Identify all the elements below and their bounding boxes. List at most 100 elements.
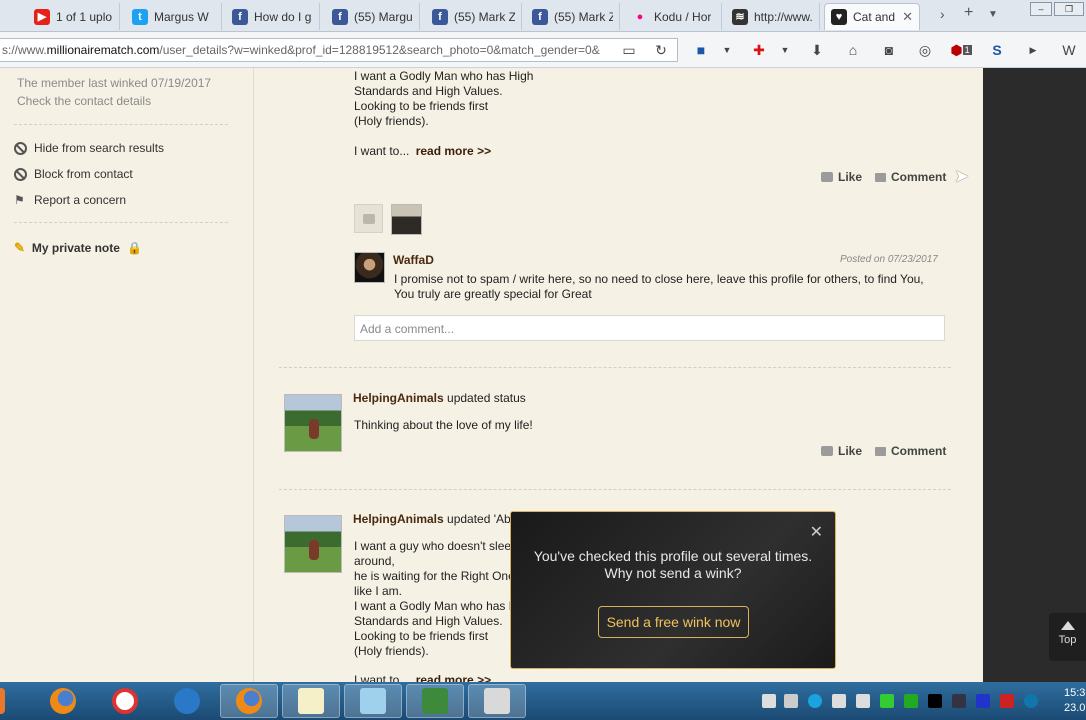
close-icon[interactable]: ✕	[810, 522, 823, 542]
ublock-icon[interactable]: ⬢ 1	[950, 41, 972, 59]
read-more-link[interactable]: read more >>	[416, 144, 491, 158]
computer-icon	[422, 688, 448, 714]
w-addon-icon[interactable]: W	[1060, 41, 1078, 59]
helpinganimals-avatar[interactable]	[284, 394, 342, 452]
tray-e-icon[interactable]	[1024, 694, 1038, 708]
like-button[interactable]: Like	[821, 444, 862, 458]
like-thumb-button[interactable]	[354, 204, 383, 233]
divider	[14, 222, 228, 223]
tray-lav-blue-icon[interactable]	[976, 694, 990, 708]
tab-facebook-2[interactable]: f (55) Margu	[326, 3, 420, 30]
s-addon-icon[interactable]: S	[988, 41, 1006, 59]
save-menu-icon[interactable]: ▼	[718, 41, 736, 59]
taskbar-start-button[interactable]	[0, 684, 14, 718]
reader-view-icon[interactable]: ▭	[620, 41, 638, 59]
private-note-link[interactable]: ✎ My private note 🔒	[14, 240, 142, 256]
tray-skype-icon[interactable]	[808, 694, 822, 708]
feed-icon: ≋	[732, 8, 748, 25]
tab-flickr[interactable]: ● Kodu / Hor	[626, 3, 722, 30]
post1-body: I want a Godly Man who has High Standard…	[354, 69, 533, 129]
system-clock[interactable]: 15:3 23.07.	[1064, 686, 1086, 716]
hide-from-search-link[interactable]: Hide from search results	[14, 141, 164, 155]
tab-label: (55) Mark Z	[454, 9, 515, 24]
tray-volume-icon[interactable]	[856, 694, 870, 708]
like-label: Like	[838, 444, 863, 458]
tab-close-icon[interactable]: ✕	[902, 9, 913, 25]
post1-line: Looking to be friends first	[354, 99, 489, 113]
facebook-icon: f	[332, 8, 348, 25]
report-label: Report a concern	[34, 193, 127, 207]
home-icon[interactable]: ⌂	[844, 41, 862, 59]
tray-monitor-icon[interactable]	[928, 694, 942, 708]
comment-button[interactable]: Comment	[875, 170, 946, 184]
tab-feed[interactable]: ≋ http://www.	[726, 3, 820, 30]
divider	[14, 124, 228, 125]
tab-label: (55) Margu	[354, 9, 413, 24]
tab-label: 1 of 1 uplo	[56, 9, 113, 24]
comment-label: Comment	[891, 444, 947, 458]
add-comment-input[interactable]: Add a comment...	[354, 315, 945, 341]
commenter-avatar[interactable]	[354, 252, 385, 283]
bird-app-icon	[174, 688, 200, 714]
tab-twitter[interactable]: t Margus W	[126, 3, 222, 30]
post2-header: HelpingAnimals updated status	[353, 391, 526, 406]
download-icon[interactable]: ⬇	[808, 41, 826, 59]
save-icon[interactable]: ■	[692, 41, 710, 59]
post3-username[interactable]: HelpingAnimals	[353, 512, 444, 526]
tray-flag-icon[interactable]	[762, 694, 776, 708]
pencil-icon: ✎	[14, 240, 25, 255]
taskbar-firefox[interactable]	[34, 684, 92, 718]
post2-text: Thinking about the love of my life!	[354, 418, 533, 432]
facebook-icon: f	[432, 8, 448, 25]
taskbar-notepad[interactable]	[282, 684, 340, 718]
taskbar-firefox-active[interactable]	[220, 684, 278, 718]
report-concern-link[interactable]: ⚑ Report a concern	[14, 193, 126, 207]
tray-network-icon[interactable]	[832, 694, 846, 708]
taskbar-app-a[interactable]	[96, 684, 154, 718]
maximize-window-icon[interactable]: ❐	[1054, 2, 1084, 16]
comment-button[interactable]: Comment	[875, 444, 946, 458]
back-to-top-button[interactable]: Top	[1049, 613, 1086, 661]
check-contact-link[interactable]: Check the contact details	[17, 94, 151, 108]
post1-want-to: I want to... read more >>	[354, 144, 491, 159]
taskbar-editor[interactable]	[344, 684, 402, 718]
like-button[interactable]: Like	[821, 170, 862, 184]
tab-youtube[interactable]: ▶ 1 of 1 uplo	[28, 3, 120, 30]
tray-clipboard-icon[interactable]	[784, 694, 798, 708]
last-winked-text: The member last winked 07/19/2017	[17, 76, 212, 90]
tab-facebook-1[interactable]: f How do I g	[226, 3, 320, 30]
tab-list-icon[interactable]: ▼	[988, 9, 998, 20]
youtube-addon-icon[interactable]: ▶	[1024, 41, 1042, 59]
taskbar-computer[interactable]	[406, 684, 464, 718]
first-aid-icon[interactable]: ✚	[750, 41, 768, 59]
comment-icon	[875, 446, 886, 456]
sync-icon[interactable]: ◎	[916, 41, 934, 59]
tray-lav-icon[interactable]	[952, 694, 966, 708]
tab-active-cat-and[interactable]: ♥ Cat and ✕	[824, 3, 920, 30]
read-more-link[interactable]: read more >>	[416, 673, 491, 682]
tray-lav-red-icon[interactable]	[1000, 694, 1014, 708]
taskbar-video[interactable]	[468, 684, 526, 718]
tab-label: Kodu / Hor	[654, 9, 712, 24]
post2-username[interactable]: HelpingAnimals	[353, 391, 444, 405]
url-bar[interactable]: s://www.millionairematch.com/user_detail…	[0, 38, 678, 62]
tab-label: Cat and	[853, 10, 896, 24]
helpinganimals-avatar[interactable]	[284, 515, 342, 573]
commenter-name[interactable]: WaffaD	[393, 253, 434, 267]
addon-menu-icon[interactable]: ▼	[776, 41, 794, 59]
reload-icon[interactable]: ↻	[652, 41, 670, 59]
tab-facebook-3[interactable]: f (55) Mark Z	[426, 3, 522, 30]
tray-shield-icon[interactable]	[904, 694, 918, 708]
windows-taskbar: 15:3 23.07.	[0, 682, 1086, 720]
tab-facebook-4[interactable]: f (55) Mark Z	[526, 3, 620, 30]
block-contact-link[interactable]: Block from contact	[14, 167, 133, 181]
minimize-window-icon[interactable]: –	[1030, 2, 1052, 16]
tray-green-icon[interactable]	[880, 694, 894, 708]
pocket-icon[interactable]: ◙	[880, 41, 898, 59]
send-wink-button[interactable]: Send a free wink now	[598, 606, 749, 638]
liker-avatar[interactable]	[391, 204, 422, 235]
new-tab-icon[interactable]: +	[964, 4, 973, 22]
video-app-icon	[484, 688, 510, 714]
tab-scroll-right-icon[interactable]: ›	[940, 6, 945, 22]
taskbar-app-bird[interactable]	[158, 684, 216, 718]
